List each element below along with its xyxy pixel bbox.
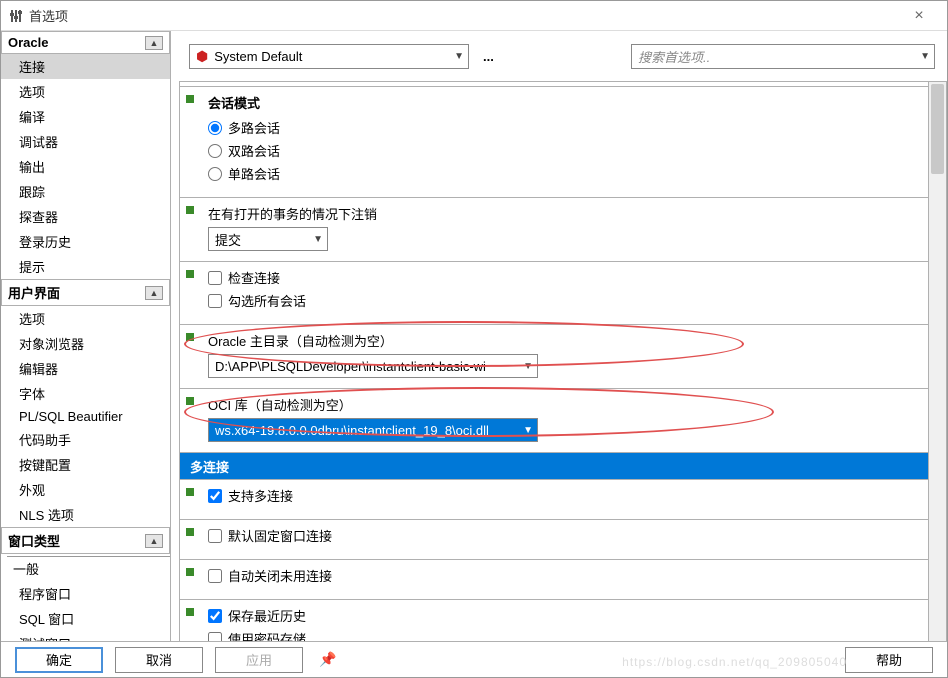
- watermark: https://blog.csdn.net/qq_209805040: [622, 655, 847, 669]
- logoff-title: 在有打开的事务的情况下注销: [208, 204, 918, 223]
- sidebar-item-hints[interactable]: 提示: [1, 254, 170, 279]
- oci-combo[interactable]: ws.x64-19.8.0.0.0dbru\instantclient_19_8…: [208, 418, 538, 442]
- radio-single-session[interactable]: 单路会话: [208, 164, 918, 183]
- check-support-multi[interactable]: 支持多连接: [208, 486, 918, 505]
- bullet-icon: [186, 95, 194, 103]
- bullet-icon: [186, 488, 194, 496]
- oci-title: OCI 库（自动检测为空）: [208, 395, 918, 414]
- sidebar-group-label: 窗口类型: [8, 531, 60, 550]
- sidebar-item-beautifier[interactable]: PL/SQL Beautifier: [1, 406, 170, 427]
- app-icon: [9, 9, 23, 23]
- cancel-button[interactable]: 取消: [115, 647, 203, 673]
- scrollbar-thumb[interactable]: [931, 84, 944, 174]
- sidebar-item-keys[interactable]: 按键配置: [1, 452, 170, 477]
- section-oci-library: OCI 库（自动检测为空） ws.x64-19.8.0.0.0dbru\inst…: [180, 388, 928, 453]
- chevron-down-icon: ▼: [523, 361, 533, 372]
- titlebar: 首选项 ×: [1, 1, 947, 31]
- check-default-pin[interactable]: 默认固定窗口连接: [208, 526, 918, 545]
- collapse-icon[interactable]: ▲: [145, 36, 163, 50]
- sidebar-group-oracle[interactable]: Oracle ▲: [1, 31, 170, 54]
- theme-browse-button[interactable]: ...: [479, 47, 498, 66]
- sidebar-group-windowtypes[interactable]: 窗口类型 ▲: [1, 527, 170, 554]
- vertical-scrollbar[interactable]: [929, 82, 946, 642]
- close-button[interactable]: ×: [899, 7, 939, 25]
- sidebar-item-debugger[interactable]: 调试器: [1, 129, 170, 154]
- search-input[interactable]: 搜索首选项.. ▼: [631, 44, 935, 69]
- chevron-down-icon: ▼: [920, 51, 930, 62]
- sidebar-item-profiler[interactable]: 探查器: [1, 204, 170, 229]
- session-mode-title: 会话模式: [208, 93, 918, 112]
- logoff-combo[interactable]: 提交 ▼: [208, 227, 328, 251]
- pin-icon[interactable]: 📌: [319, 651, 336, 668]
- sidebar-item-output[interactable]: 输出: [1, 154, 170, 179]
- help-button[interactable]: 帮助: [845, 647, 933, 673]
- window-title: 首选项: [29, 6, 899, 25]
- check-connection[interactable]: 检查连接: [208, 268, 918, 287]
- section-oracle-home: Oracle 主目录（自动检测为空） D:\APP\PLSQLDeveloper…: [180, 324, 928, 389]
- bullet-icon: [186, 397, 194, 405]
- main-area: Oracle ▲ 连接 选项 编译 调试器 输出 跟踪 探查器 登录历史 提示 …: [1, 31, 947, 643]
- oracle-home-title: Oracle 主目录（自动检测为空）: [208, 331, 918, 350]
- bullet-icon: [186, 270, 194, 278]
- radio-multi-session[interactable]: 多路会话: [208, 118, 918, 137]
- sidebar-item-object-browser[interactable]: 对象浏览器: [1, 331, 170, 356]
- sidebar-item-nls[interactable]: NLS 选项: [1, 502, 170, 527]
- chevron-down-icon: ▼: [313, 234, 323, 245]
- sidebar-item-compile[interactable]: 编译: [1, 104, 170, 129]
- sidebar-item-editor[interactable]: 编辑器: [1, 356, 170, 381]
- sidebar-group-ui[interactable]: 用户界面 ▲: [1, 279, 170, 306]
- oracle-home-combo[interactable]: D:\APP\PLSQLDeveloper\instantclient-basi…: [208, 354, 538, 378]
- check-all-sessions[interactable]: 勾选所有会话: [208, 291, 918, 310]
- sidebar-item-options[interactable]: 选项: [1, 79, 170, 104]
- sidebar-item-general[interactable]: 一般: [1, 557, 170, 581]
- theme-icon: ⬢: [196, 48, 208, 65]
- bullet-icon: [186, 608, 194, 616]
- top-toolbar: ⬢ System Default ▼ ... 搜索首选项.. ▼: [171, 31, 947, 81]
- chevron-down-icon: ▼: [523, 425, 533, 436]
- sidebar-item-appearance[interactable]: 外观: [1, 477, 170, 502]
- section-logoff: 在有打开的事务的情况下注销 提交 ▼: [180, 197, 928, 262]
- check-auto-close[interactable]: 自动关闭未用连接: [208, 566, 918, 585]
- bullet-icon: [186, 206, 194, 214]
- sidebar-item-connection[interactable]: 连接: [1, 54, 170, 79]
- theme-select[interactable]: ⬢ System Default ▼: [189, 44, 469, 69]
- sidebar-item-trace[interactable]: 跟踪: [1, 179, 170, 204]
- bullet-icon: [186, 568, 194, 576]
- section-session-mode: 会话模式 多路会话 双路会话 单路会话: [180, 86, 928, 198]
- radio-dual-session[interactable]: 双路会话: [208, 141, 918, 160]
- apply-button[interactable]: 应用: [215, 647, 303, 673]
- sidebar-item-font[interactable]: 字体: [1, 381, 170, 406]
- sidebar-group-label: 用户界面: [8, 283, 60, 302]
- sidebar-item-login-history[interactable]: 登录历史: [1, 229, 170, 254]
- collapse-icon[interactable]: ▲: [145, 286, 163, 300]
- sidebar-item-sql-window[interactable]: SQL 窗口: [1, 606, 170, 631]
- check-save-history[interactable]: 保存最近历史: [208, 606, 918, 625]
- sidebar-group-label: Oracle: [8, 35, 48, 50]
- bullet-icon: [186, 528, 194, 536]
- theme-value: System Default: [214, 49, 302, 64]
- footer: 确定 取消 应用 📌 帮助 https://blog.csdn.net/qq_2…: [1, 641, 947, 677]
- section-save-history: 保存最近历史 使用密码存储: [180, 599, 928, 642]
- section-check-connection: 检查连接 勾选所有会话: [180, 261, 928, 325]
- search-placeholder: 搜索首选项..: [638, 47, 710, 66]
- multi-connect-header: 多连接: [180, 453, 928, 480]
- section-auto-close: 自动关闭未用连接: [180, 559, 928, 600]
- sidebar-item-ui-options[interactable]: 选项: [1, 306, 170, 331]
- collapse-icon[interactable]: ▲: [145, 534, 163, 548]
- settings-panel: 会话模式 多路会话 双路会话 单路会话 在有打开的事务的情况下注销 提交 ▼: [179, 81, 947, 643]
- sidebar-item-program-window[interactable]: 程序窗口: [1, 581, 170, 606]
- chevron-down-icon: ▼: [454, 51, 464, 62]
- section-multi-support: 支持多连接: [180, 479, 928, 520]
- bullet-icon: [186, 333, 194, 341]
- content-area: ⬢ System Default ▼ ... 搜索首选项.. ▼ 会话模式 多路…: [171, 31, 947, 643]
- ok-button[interactable]: 确定: [15, 647, 103, 673]
- sidebar-item-code-assist[interactable]: 代码助手: [1, 427, 170, 452]
- sidebar: Oracle ▲ 连接 选项 编译 调试器 输出 跟踪 探查器 登录历史 提示 …: [1, 31, 171, 643]
- section-default-pin: 默认固定窗口连接: [180, 519, 928, 560]
